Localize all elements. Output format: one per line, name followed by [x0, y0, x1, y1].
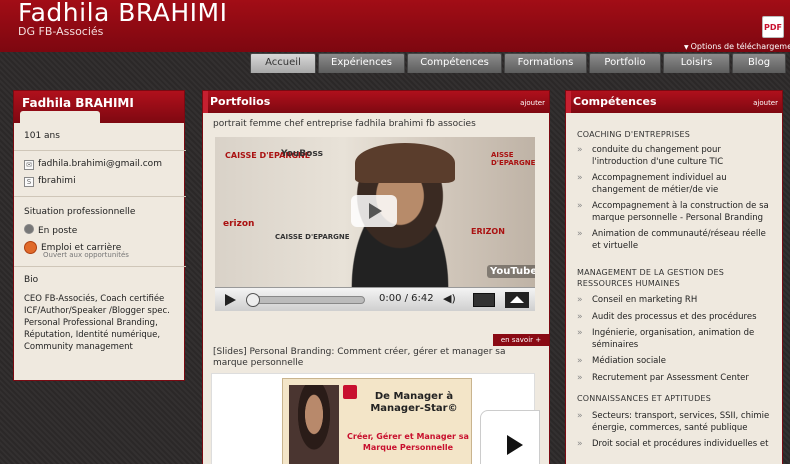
job-icon [24, 241, 37, 254]
tab-experiences[interactable]: Expériences [318, 53, 405, 73]
profile-header: Fadhila BRAHIMI [14, 91, 184, 123]
tab-blog[interactable]: Blog [732, 53, 786, 73]
slide-logo-icon [343, 385, 357, 399]
portfolio-item-title: portrait femme chef entreprise fadhila b… [213, 119, 476, 129]
contact-section: ✉ fadhila.brahimi@gmail.com Sfbrahimi [14, 151, 186, 197]
profile-header-tab [20, 111, 100, 123]
portfolio-header-accent [203, 91, 208, 113]
video-time: 0:00 / 6:42 [379, 293, 434, 304]
video-controls: 0:00 / 6:42 ◀) [215, 287, 535, 311]
slide-title: De Manager à Manager-Star© [370, 391, 458, 414]
progress-thumb[interactable] [246, 293, 260, 307]
play-icon[interactable] [223, 292, 237, 308]
competence-item: Recrutement par Assessment Center [577, 373, 777, 385]
portfolio-header: Portfolios ajouter [203, 91, 549, 113]
competences-panel: Compétences ajouter COACHING D'ENTREPRIS… [565, 90, 783, 464]
slide-photo [289, 385, 339, 464]
progress-track[interactable] [246, 293, 365, 307]
competence-group-heading: MANAGEMENT DE LA GESTION DES RESSOURCES … [577, 268, 725, 288]
tab-portfolio[interactable]: Portfolio [589, 53, 661, 73]
portfolio-panel: Portfolios ajouter portrait femme chef e… [202, 90, 550, 464]
email-value: fadhila.brahimi@gmail.com [38, 159, 162, 169]
competence-list: Secteurs: transport, services, SSII, chi… [577, 411, 777, 456]
video-subject-hat [355, 143, 455, 183]
portfolio-toggle[interactable]: ajouter [520, 99, 545, 107]
video-player[interactable]: CAISSE D'EPARGNE YouBoss AISSE D'EPARGNE… [215, 137, 535, 311]
competence-list: Conseil en marketing RH Audit des proces… [577, 295, 777, 389]
pdf-download-icon[interactable]: PDF [762, 16, 784, 38]
status-row: En poste [24, 224, 77, 236]
profile-name: Fadhila BRAHIMI [22, 96, 134, 110]
more-link[interactable]: en savoir + [493, 334, 549, 346]
screen-size-icon[interactable] [473, 293, 495, 307]
competences-title: Compétences [573, 95, 657, 108]
triangle-down-icon: ▼ [684, 44, 689, 51]
competence-item: Secteurs: transport, services, SSII, chi… [577, 411, 777, 434]
age-section: 101 ans [14, 123, 186, 151]
skype-row[interactable]: Sfbrahimi [24, 176, 76, 187]
competences-header-accent [566, 91, 571, 113]
competence-item: Animation de communauté/réseau réelle et… [577, 229, 777, 252]
tab-loisirs[interactable]: Loisirs [663, 53, 730, 73]
competence-item: conduite du changement pour l'introducti… [577, 145, 777, 168]
volume-icon[interactable]: ◀) [443, 292, 465, 308]
tab-formations[interactable]: Formations [504, 53, 587, 73]
video-sign: AISSE D'EPARGNE [491, 151, 535, 167]
tab-accueil[interactable]: Accueil [250, 53, 316, 73]
site-subtitle: DG FB-Associés [18, 25, 104, 38]
main-navigation: Accueil Expériences Compétences Formatio… [0, 53, 790, 75]
situation-section: Situation professionnelle En poste Emplo… [14, 197, 186, 267]
site-title: Fadhila BRAHIMI [18, 0, 228, 27]
bio-label: Bio [24, 275, 39, 285]
play-overlay-icon[interactable] [351, 195, 397, 227]
person-icon [24, 224, 34, 234]
competence-item: Audit des processus et des procédures [577, 312, 777, 324]
competence-list: conduite du changement pour l'introducti… [577, 145, 777, 257]
profile-panel: Fadhila BRAHIMI 101 ans ✉ fadhila.brahimi… [13, 90, 186, 381]
competences-toggle[interactable]: ajouter [753, 99, 778, 107]
slides-embed[interactable]: De Manager à Manager-Star© Créer, Gérer … [211, 373, 540, 464]
competence-group-heading: CONNAISSANCES ET APTITUDES [577, 394, 711, 403]
video-sign: erizon [223, 219, 255, 229]
slide-subtitle: Créer, Gérer et Manager sa Marque Person… [347, 432, 469, 452]
competence-item: Accompagnement individuel au changement … [577, 173, 777, 196]
expand-icon[interactable] [505, 292, 529, 308]
job-subtext: Ouvert aux opportunités [43, 251, 129, 259]
video-sign: YouBoss [281, 149, 324, 159]
competence-item: Accompagnement à la construction de sa m… [577, 201, 777, 224]
bio-text: CEO FB-Associés, Coach certifiée ICF/Aut… [24, 294, 170, 352]
portfolio-title: Portfolios [210, 95, 271, 108]
competence-item: Conseil en marketing RH [577, 295, 777, 307]
status-value: En poste [38, 226, 78, 236]
youtube-logo: YouTube [487, 265, 535, 278]
slides-title: [Slides] Personal Branding: Comment crée… [213, 347, 506, 368]
download-options-link[interactable]: ▼ Options de téléchargement [684, 42, 790, 51]
download-options-label: Options de téléchargement [690, 42, 790, 51]
skype-value: fbrahimi [38, 176, 76, 186]
tab-competences[interactable]: Compétences [407, 53, 502, 73]
email-icon: ✉ [24, 160, 34, 170]
slide-preview: De Manager à Manager-Star© Créer, Gérer … [282, 378, 472, 464]
video-sign: ERIZON [471, 227, 505, 236]
header-banner: Fadhila BRAHIMI DG FB-Associés PDF ▼ Opti… [0, 0, 790, 52]
bio-section: Bio CEO FB-Associés, Coach certifiée ICF… [14, 267, 186, 381]
competence-item: Droit social et procédures individuelles… [577, 439, 777, 451]
age-value: 101 ans [24, 131, 60, 141]
situation-label: Situation professionnelle [24, 207, 136, 217]
competence-item: Médiation sociale [577, 356, 777, 368]
skype-icon: S [24, 177, 34, 187]
competence-group-heading: COACHING D'ENTREPRISES [577, 130, 691, 139]
slide-play-icon[interactable] [480, 410, 540, 464]
competences-header: Compétences ajouter [566, 91, 782, 113]
email-row[interactable]: ✉ fadhila.brahimi@gmail.com [24, 159, 162, 170]
competence-item: Ingénierie, organisation, animation de s… [577, 328, 777, 351]
